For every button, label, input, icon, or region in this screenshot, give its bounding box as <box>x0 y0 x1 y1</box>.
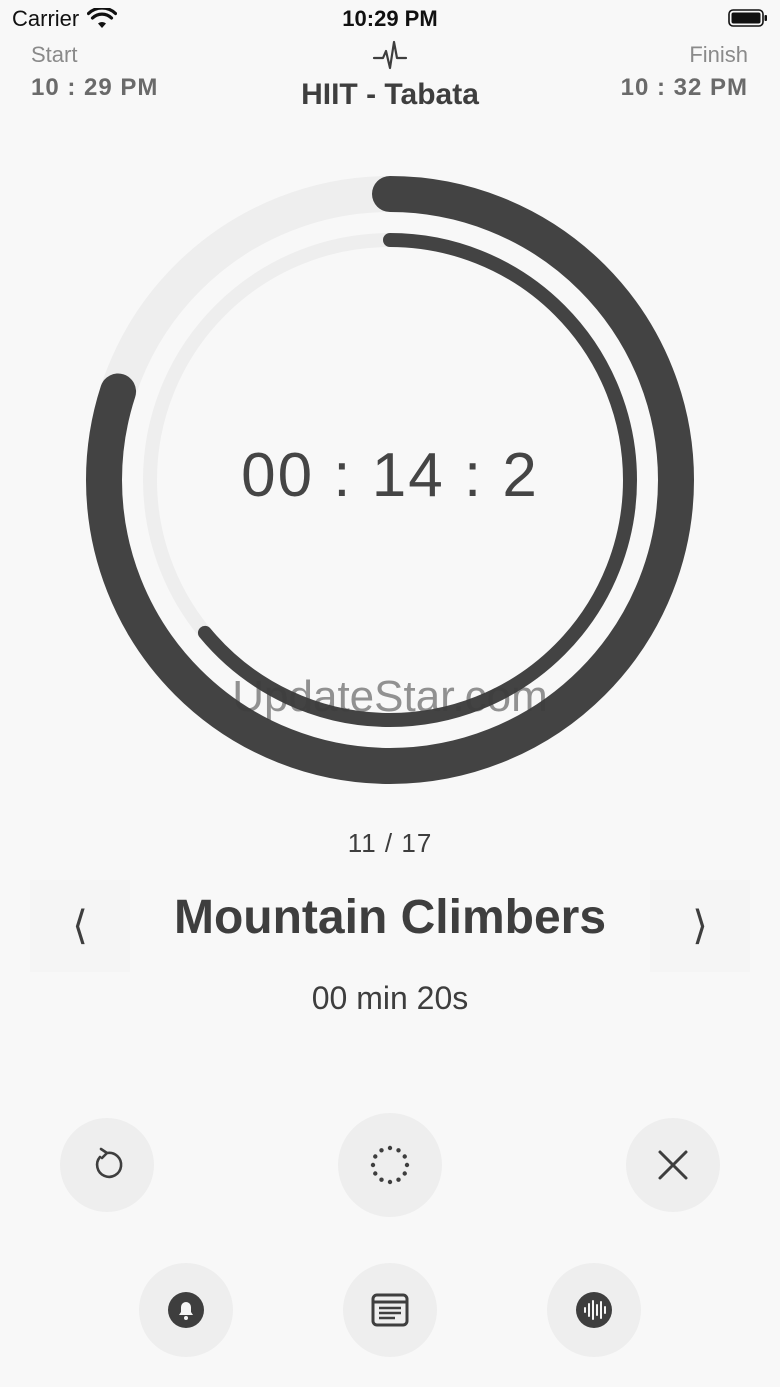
status-time: 10:29 PM <box>342 6 438 31</box>
heartbeat-icon <box>372 40 408 70</box>
exercise-duration: 00 min 20s <box>311 980 469 1016</box>
pause-button[interactable] <box>338 1113 442 1217</box>
notes-icon <box>371 1293 409 1327</box>
finish-time: 10 : 32 PM <box>620 74 748 101</box>
exercise-counter: 11 / 17 <box>347 828 433 858</box>
sound-button[interactable] <box>547 1263 641 1357</box>
bell-button[interactable] <box>139 1263 233 1357</box>
timer-display: 00 : 14 : 2 <box>241 441 539 510</box>
start-label: Start <box>31 42 78 67</box>
battery-icon <box>728 9 767 27</box>
dotted-circle-icon <box>370 1145 410 1185</box>
restart-icon <box>95 1147 123 1179</box>
exercise-name: Mountain Climbers <box>173 891 607 944</box>
bell-icon <box>168 1292 204 1328</box>
notes-button[interactable] <box>343 1263 437 1357</box>
close-icon <box>658 1150 688 1180</box>
close-button[interactable] <box>626 1118 720 1212</box>
restart-button[interactable] <box>60 1118 154 1212</box>
finish-label: Finish <box>689 42 748 67</box>
watermark: UpdateStar.com <box>232 672 548 721</box>
sound-wave-icon <box>576 1292 612 1328</box>
